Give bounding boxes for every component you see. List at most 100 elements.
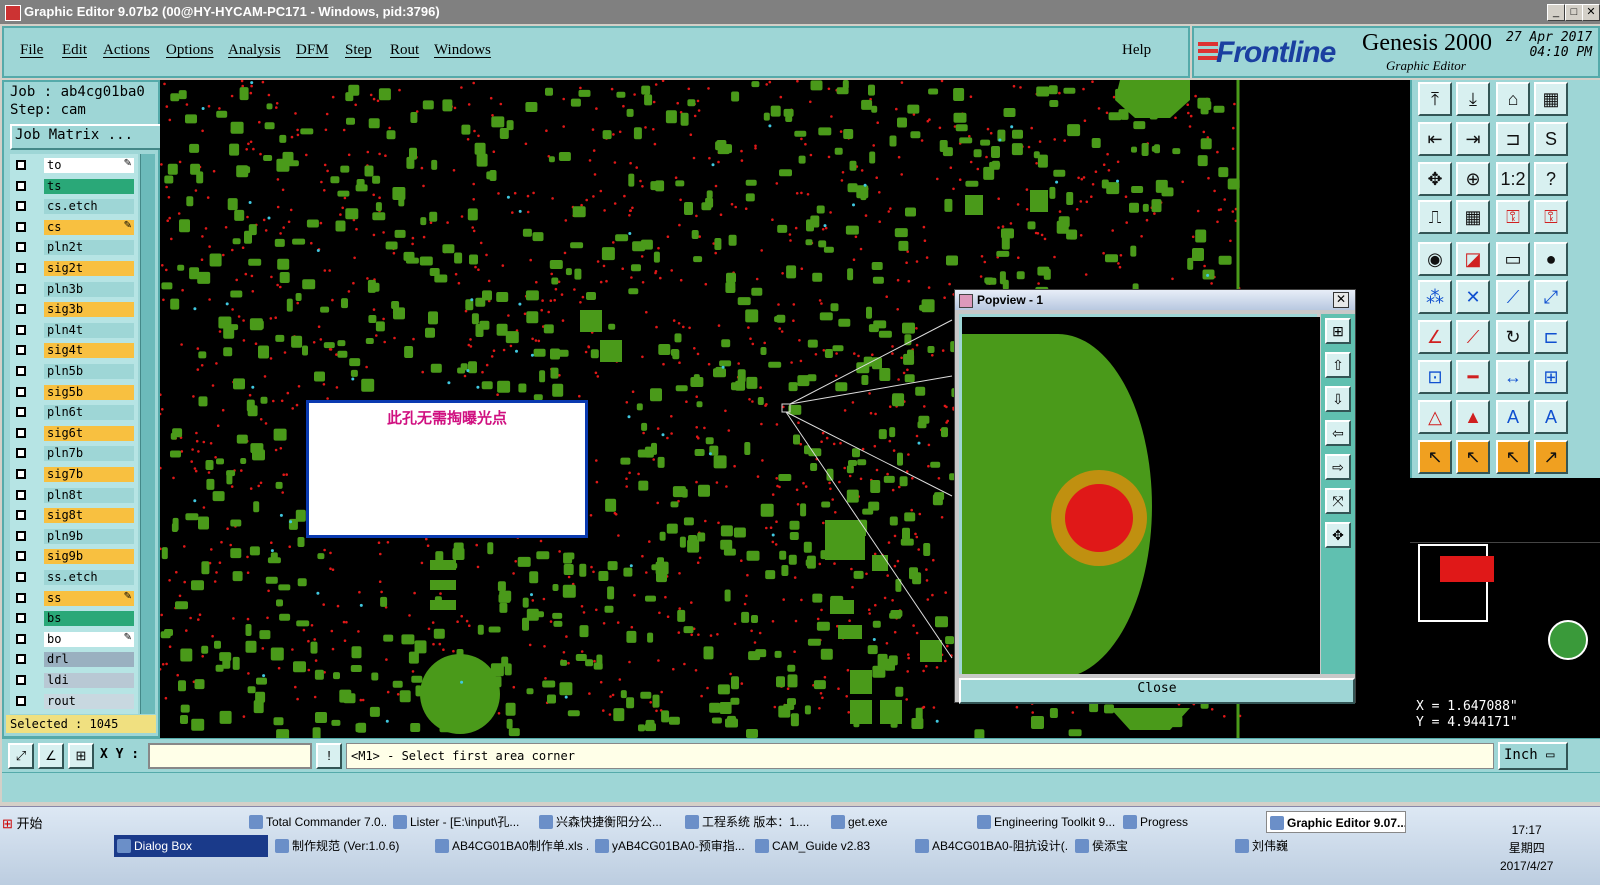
popview-right-icon[interactable]: ⇨ xyxy=(1325,454,1351,480)
close-button[interactable]: ✕ xyxy=(1582,4,1600,21)
layer-name[interactable]: pln2t xyxy=(44,240,134,256)
layer-checkbox[interactable] xyxy=(16,613,26,624)
layer-name[interactable]: sig8t xyxy=(44,508,134,524)
layer-checkbox[interactable] xyxy=(16,489,26,500)
popview-window[interactable]: Popview - 1 ✕ ⊞ ⇧ ⇩ ⇦ ⇨ ⤧ ✥ Close xyxy=(954,289,1356,704)
pan-right-icon[interactable]: ⇥ xyxy=(1456,122,1490,156)
layer-checkbox[interactable] xyxy=(16,510,26,521)
layer-row[interactable]: cs.etch xyxy=(12,199,136,215)
layer-checkbox[interactable] xyxy=(16,675,26,685)
job-matrix-button[interactable]: Job Matrix ... xyxy=(10,124,163,150)
connect-icon[interactable]: ⁂ xyxy=(1418,280,1452,314)
layer-row[interactable]: ss.etch xyxy=(12,570,136,586)
layer-name[interactable]: pln7b xyxy=(44,446,134,462)
layer-checkbox[interactable] xyxy=(16,324,26,335)
layer-name[interactable]: ts xyxy=(44,178,134,194)
layer-row[interactable]: pln2t xyxy=(12,240,136,256)
layer-name[interactable]: rout xyxy=(44,693,134,709)
mini-view[interactable] xyxy=(1410,478,1600,694)
bracket-icon[interactable]: ⊏ xyxy=(1534,320,1568,354)
home-icon[interactable]: ⌂ xyxy=(1496,82,1530,116)
taskbar-button[interactable]: 制作规范 (Ver:1.0.6) xyxy=(272,835,428,857)
layer-name[interactable]: bs xyxy=(44,611,134,627)
square-dot-icon[interactable]: ⊡ xyxy=(1418,360,1452,394)
cross-icon[interactable]: ✕ xyxy=(1456,280,1490,314)
layer-name[interactable]: pln3b xyxy=(44,281,134,297)
width-icon[interactable]: ↔ xyxy=(1496,360,1530,394)
layer-row[interactable]: cs ✎ xyxy=(12,219,136,236)
layer-row[interactable]: rout xyxy=(12,693,136,710)
zoom-fit-icon[interactable]: ✥ xyxy=(1418,162,1452,196)
taskbar-button[interactable]: Graphic Editor 9.07... xyxy=(1266,811,1406,833)
layer-name[interactable]: ss xyxy=(44,590,134,606)
split-icon[interactable]: ⊐ xyxy=(1496,122,1530,156)
ruler-icon[interactable]: ▭ xyxy=(1496,242,1530,276)
layer-row[interactable]: sig5b xyxy=(12,384,136,401)
layer-checkbox[interactable] xyxy=(16,407,26,418)
layer-row[interactable]: pln4t xyxy=(12,322,136,339)
layer-name[interactable]: pln6t xyxy=(44,405,134,421)
grid-mode-icon[interactable]: ⊞ xyxy=(68,743,94,769)
snap-mode-icon[interactable]: ⤢ xyxy=(8,743,34,769)
layer-name[interactable]: pln5b xyxy=(44,364,134,379)
layer-checkbox[interactable] xyxy=(16,551,26,562)
help-icon[interactable]: ? xyxy=(1534,162,1568,196)
slope-icon[interactable]: ⟋ xyxy=(1456,320,1490,354)
components-icon[interactable]: ⊞ xyxy=(1534,360,1568,394)
taskbar-button[interactable]: yAB4CG01BA0-预审指... xyxy=(592,835,748,857)
taskbar-button[interactable]: Total Commander 7.0... xyxy=(246,811,386,833)
taskbar-button[interactable]: Progress xyxy=(1120,811,1262,833)
layer-name[interactable]: pln9b xyxy=(44,528,134,544)
grid-icon[interactable]: ▦ xyxy=(1456,200,1490,234)
taskbar-button[interactable]: Lister - [E:\input\孔... xyxy=(390,811,532,833)
zoom-page-icon[interactable]: ⤓ xyxy=(1456,82,1490,116)
menu-dfm[interactable]: DFM xyxy=(296,42,329,59)
scale-icon[interactable]: 1:2 xyxy=(1496,162,1530,196)
layer-row[interactable]: sig7b xyxy=(12,467,136,483)
menu-step[interactable]: Step xyxy=(345,42,372,59)
menu-edit[interactable]: Edit xyxy=(62,42,87,59)
layer-row[interactable]: sig9b xyxy=(12,549,136,565)
layer-name[interactable]: pln8t xyxy=(44,487,134,503)
arc-icon[interactable]: ↻ xyxy=(1496,320,1530,354)
minus-icon[interactable]: ━ xyxy=(1456,360,1490,394)
taskbar-button[interactable]: get.exe xyxy=(828,811,970,833)
layer-row[interactable]: drl xyxy=(12,652,136,668)
layer-name[interactable]: sig7b xyxy=(44,467,134,482)
taskbar-button[interactable]: 侯添宝 xyxy=(1072,835,1228,857)
taskbar-button[interactable]: AB4CG01BA0-阻抗设计(... xyxy=(912,835,1068,857)
taskbar-button[interactable]: Engineering Toolkit 9.... xyxy=(974,811,1116,833)
snap-icon[interactable]: S xyxy=(1534,122,1568,156)
taskbar-button[interactable]: 工程系统 版本：1.... xyxy=(682,811,824,833)
popview-zoom-in-icon[interactable]: ⊞ xyxy=(1325,318,1351,344)
layer-checkbox[interactable] xyxy=(16,263,26,273)
layer-checkbox[interactable] xyxy=(16,695,26,706)
layer-checkbox[interactable] xyxy=(16,366,26,376)
layer-name[interactable]: cs.etch xyxy=(44,199,134,215)
net-select-icon[interactable]: ⚿ xyxy=(1534,200,1568,234)
popview-close-icon[interactable]: ✕ xyxy=(1333,292,1349,308)
layer-checkbox[interactable] xyxy=(16,160,26,170)
layer-checkbox[interactable] xyxy=(16,448,26,459)
menu-help[interactable]: Help xyxy=(1122,42,1151,59)
layer-checkbox[interactable] xyxy=(16,530,26,541)
popview-up-icon[interactable]: ⇧ xyxy=(1325,352,1351,378)
layer-name[interactable]: sig5b xyxy=(44,384,134,400)
measure-icon[interactable]: ⎍ xyxy=(1418,200,1452,234)
layer-name[interactable]: sig9b xyxy=(44,549,134,565)
menu-file[interactable]: File xyxy=(20,42,43,59)
message-box[interactable]: 此孔无需掏曝光点 xyxy=(306,400,588,538)
taskbar-button[interactable]: AB4CG01BA0制作单.xls ... xyxy=(432,835,588,857)
add-pad-icon[interactable]: ◉ xyxy=(1418,242,1452,276)
taskbar-button[interactable]: 兴森快捷衡阳分公... xyxy=(536,811,678,833)
pad-icon[interactable]: ● xyxy=(1534,242,1568,276)
layer-checkbox[interactable] xyxy=(16,572,26,582)
alert-icon[interactable]: ! xyxy=(316,743,342,769)
layer-name[interactable]: sig6t xyxy=(44,425,134,441)
layer-row[interactable]: pln5b xyxy=(12,364,136,380)
window-titlebar[interactable]: Graphic Editor 9.07b2 (00@HY-HYCAM-PC171… xyxy=(0,0,1600,24)
layer-row[interactable]: bs xyxy=(12,611,136,627)
popview-fit-icon[interactable]: ⤧ xyxy=(1325,488,1351,514)
popview-left-icon[interactable]: ⇦ xyxy=(1325,420,1351,446)
triangle-icon[interactable]: △ xyxy=(1418,400,1452,434)
